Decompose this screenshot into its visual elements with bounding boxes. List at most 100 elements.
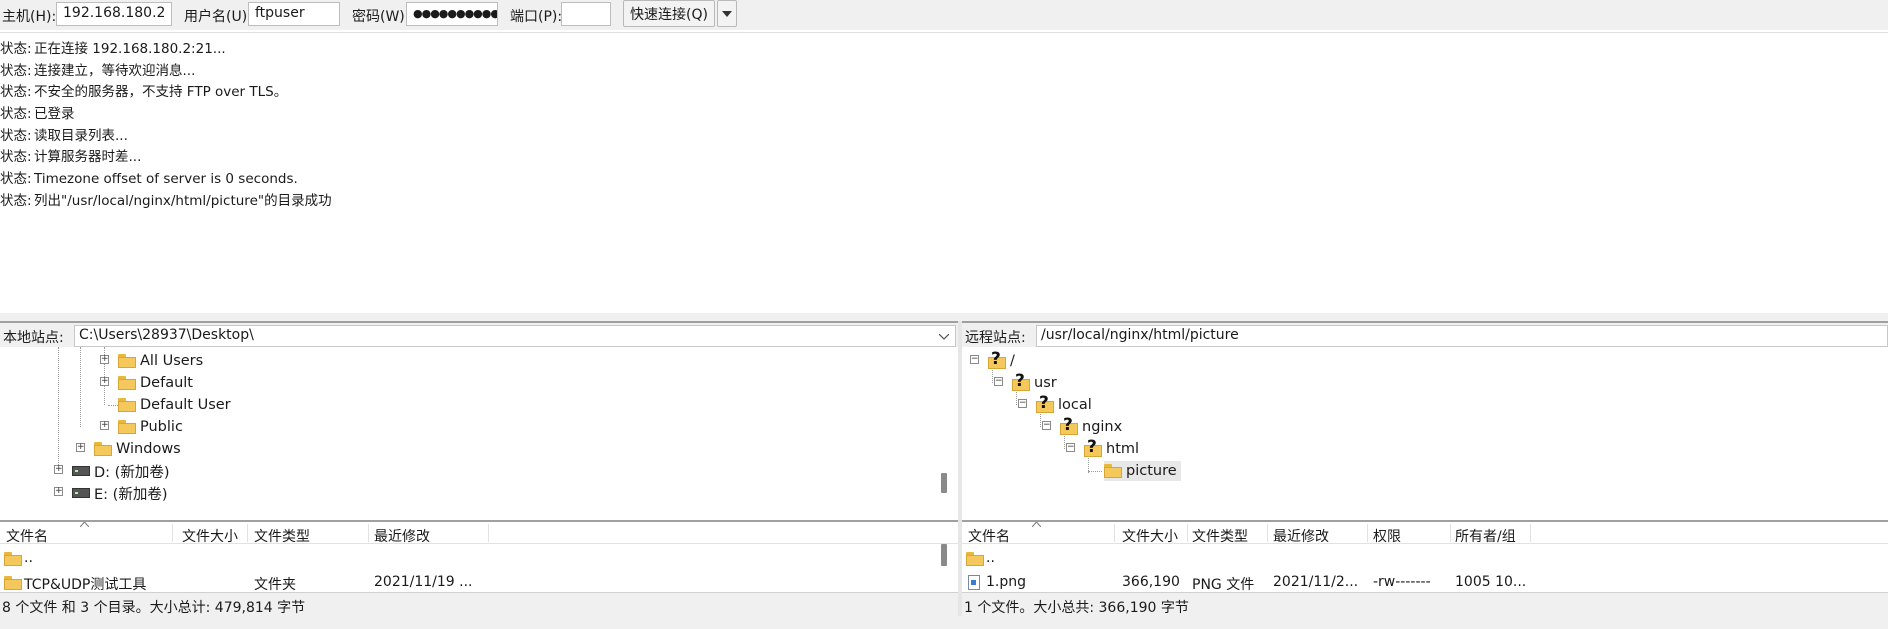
column-type[interactable]: 文件类型 — [254, 526, 310, 546]
remote-status-text: 1 个文件。大小总共: 366,190 字节 — [964, 600, 1189, 616]
tree-node[interactable]: Default User — [118, 395, 231, 415]
folder-icon — [966, 552, 984, 566]
sort-ascending-icon — [80, 522, 89, 527]
tree-node[interactable]: Public — [118, 417, 183, 437]
tree-node[interactable]: All Users — [118, 351, 203, 371]
unknown-folder-icon: ? — [1084, 437, 1102, 458]
remote-tree[interactable]: − ? / − ? usr − ? local − ? nginx − ? html pi… — [962, 347, 1888, 512]
expand-icon[interactable]: + — [76, 443, 85, 452]
sort-ascending-icon — [1032, 522, 1041, 527]
host-label: 主机(H): — [2, 9, 57, 25]
column-owner[interactable]: 所有者/组 — [1455, 526, 1516, 546]
remote-site-bar: 远程站点: /usr/local/nginx/html/picture — [962, 321, 1888, 347]
expand-icon[interactable]: + — [100, 355, 109, 364]
message-log[interactable]: 状态: 正在连接 192.168.180.2:21... 状态: 连接建立，等待欢迎… — [0, 32, 1888, 314]
tree-node[interactable]: ? local — [1036, 393, 1092, 415]
port-input[interactable] — [561, 2, 611, 26]
log-line: 状态: 连接建立，等待欢迎消息... — [0, 63, 196, 79]
tree-node[interactable]: ? html — [1084, 437, 1139, 459]
file-row[interactable]: TCP&UDP测试工具 文件夹 2021/11/19 ... — [0, 574, 940, 592]
local-site-label: 本地站点: — [3, 330, 64, 346]
local-tree[interactable]: + All Users + Default Default User + Pub… — [0, 347, 958, 512]
log-line: 状态: 计算服务器时差... — [0, 149, 142, 165]
quickconnect-dropdown-button[interactable] — [717, 0, 737, 27]
column-size[interactable]: 文件大小 — [182, 526, 238, 546]
collapse-icon[interactable]: − — [1018, 399, 1027, 408]
tree-node[interactable]: ? nginx — [1060, 415, 1122, 437]
tree-node[interactable]: ? / — [988, 349, 1015, 371]
unknown-folder-icon: ? — [1036, 393, 1054, 414]
unknown-folder-icon: ? — [988, 349, 1006, 370]
tree-node-selected[interactable]: picture — [1104, 461, 1181, 481]
log-line: 状态: Timezone offset of server is 0 second… — [0, 171, 298, 187]
folder-icon — [118, 420, 136, 434]
log-line: 状态: 正在连接 192.168.180.2:21... — [0, 41, 226, 57]
folder-icon — [4, 552, 22, 566]
file-row[interactable]: .. — [962, 550, 1882, 570]
remote-file-list[interactable]: .. 1.png 366,190 PNG 文件 2021/11/2... -rw… — [962, 544, 1888, 592]
tree-node[interactable]: Windows — [94, 439, 181, 459]
local-list-header: 文件名 文件大小 文件类型 最近修改 — [0, 520, 958, 546]
password-label: 密码(W): — [352, 9, 410, 25]
remote-status-bar: 1 个文件。大小总共: 366,190 字节 — [962, 592, 1888, 616]
quickconnect-bar: 主机(H): 192.168.180.2 用户名(U): ftpuser 密码(… — [0, 0, 1888, 30]
tree-node[interactable]: E: (新加卷) — [72, 483, 167, 503]
png-file-icon — [968, 575, 980, 590]
collapse-icon[interactable]: − — [970, 355, 979, 364]
chevron-down-icon[interactable] — [939, 334, 949, 340]
folder-icon — [118, 398, 136, 412]
folder-icon — [118, 376, 136, 390]
quickconnect-button[interactable]: 快速连接(Q) — [623, 0, 715, 27]
drive-icon — [72, 488, 90, 498]
log-line: 状态: 读取目录列表... — [0, 128, 128, 144]
collapse-icon[interactable]: − — [1066, 443, 1075, 452]
scrollbar-thumb[interactable] — [941, 473, 947, 493]
tree-node[interactable]: D: (新加卷) — [72, 461, 169, 481]
port-label: 端口(P): — [510, 9, 563, 25]
column-name[interactable]: 文件名 — [968, 526, 1010, 546]
column-modified[interactable]: 最近修改 — [374, 526, 430, 546]
tree-node[interactable]: Default — [118, 373, 193, 393]
folder-icon — [1104, 464, 1122, 478]
expand-icon[interactable]: + — [100, 421, 109, 430]
column-name[interactable]: 文件名 — [6, 526, 48, 546]
unknown-folder-icon: ? — [1060, 415, 1078, 436]
expand-icon[interactable]: + — [100, 377, 109, 386]
log-line: 状态: 不安全的服务器，不支持 FTP over TLS。 — [0, 84, 288, 100]
host-input[interactable]: 192.168.180.2 — [56, 2, 172, 26]
local-site-path-input[interactable]: C:\Users\28937\Desktop\ — [74, 325, 956, 347]
remote-site-path-text: /usr/local/nginx/html/picture — [1041, 327, 1239, 343]
unknown-folder-icon: ? — [1012, 371, 1030, 392]
remote-site-label: 远程站点: — [965, 330, 1026, 346]
bottom-edge — [0, 616, 1888, 629]
collapse-icon[interactable]: − — [994, 377, 1003, 386]
horizontal-splitter[interactable] — [0, 313, 1888, 321]
local-status-text: 8 个文件 和 3 个目录。大小总计: 479,814 字节 — [2, 600, 306, 616]
column-permissions[interactable]: 权限 — [1373, 526, 1401, 546]
user-label: 用户名(U): — [184, 9, 252, 25]
local-file-list[interactable]: .. TCP&UDP测试工具 文件夹 2021/11/19 ... — [0, 544, 958, 592]
remote-site-path-input[interactable]: /usr/local/nginx/html/picture — [1036, 325, 1888, 347]
chevron-down-icon — [722, 10, 732, 17]
user-input[interactable]: ftpuser — [248, 2, 340, 26]
local-site-bar: 本地站点: C:\Users\28937\Desktop\ — [0, 321, 958, 347]
column-size[interactable]: 文件大小 — [1122, 526, 1178, 546]
password-input[interactable]: ●●●●●●●●●● — [406, 2, 498, 26]
column-modified[interactable]: 最近修改 — [1273, 526, 1329, 546]
local-site-path-text: C:\Users\28937\Desktop\ — [79, 327, 254, 343]
log-line: 状态: 已登录 — [0, 106, 75, 122]
drive-icon — [72, 466, 90, 476]
collapse-icon[interactable]: − — [1042, 421, 1051, 430]
column-type[interactable]: 文件类型 — [1192, 526, 1248, 546]
folder-icon — [94, 442, 112, 456]
file-row[interactable]: 1.png 366,190 PNG 文件 2021/11/2... -rw---… — [962, 574, 1882, 592]
remote-list-header: 文件名 文件大小 文件类型 最近修改 权限 所有者/组 — [962, 520, 1888, 546]
folder-icon — [118, 354, 136, 368]
file-row[interactable]: .. — [0, 550, 940, 570]
expand-icon[interactable]: + — [54, 465, 63, 474]
scrollbar-thumb[interactable] — [941, 544, 947, 566]
expand-icon[interactable]: + — [54, 487, 63, 496]
tree-node[interactable]: ? usr — [1012, 371, 1057, 393]
local-status-bar: 8 个文件 和 3 个目录。大小总计: 479,814 字节 — [0, 592, 958, 616]
folder-icon — [4, 576, 22, 590]
